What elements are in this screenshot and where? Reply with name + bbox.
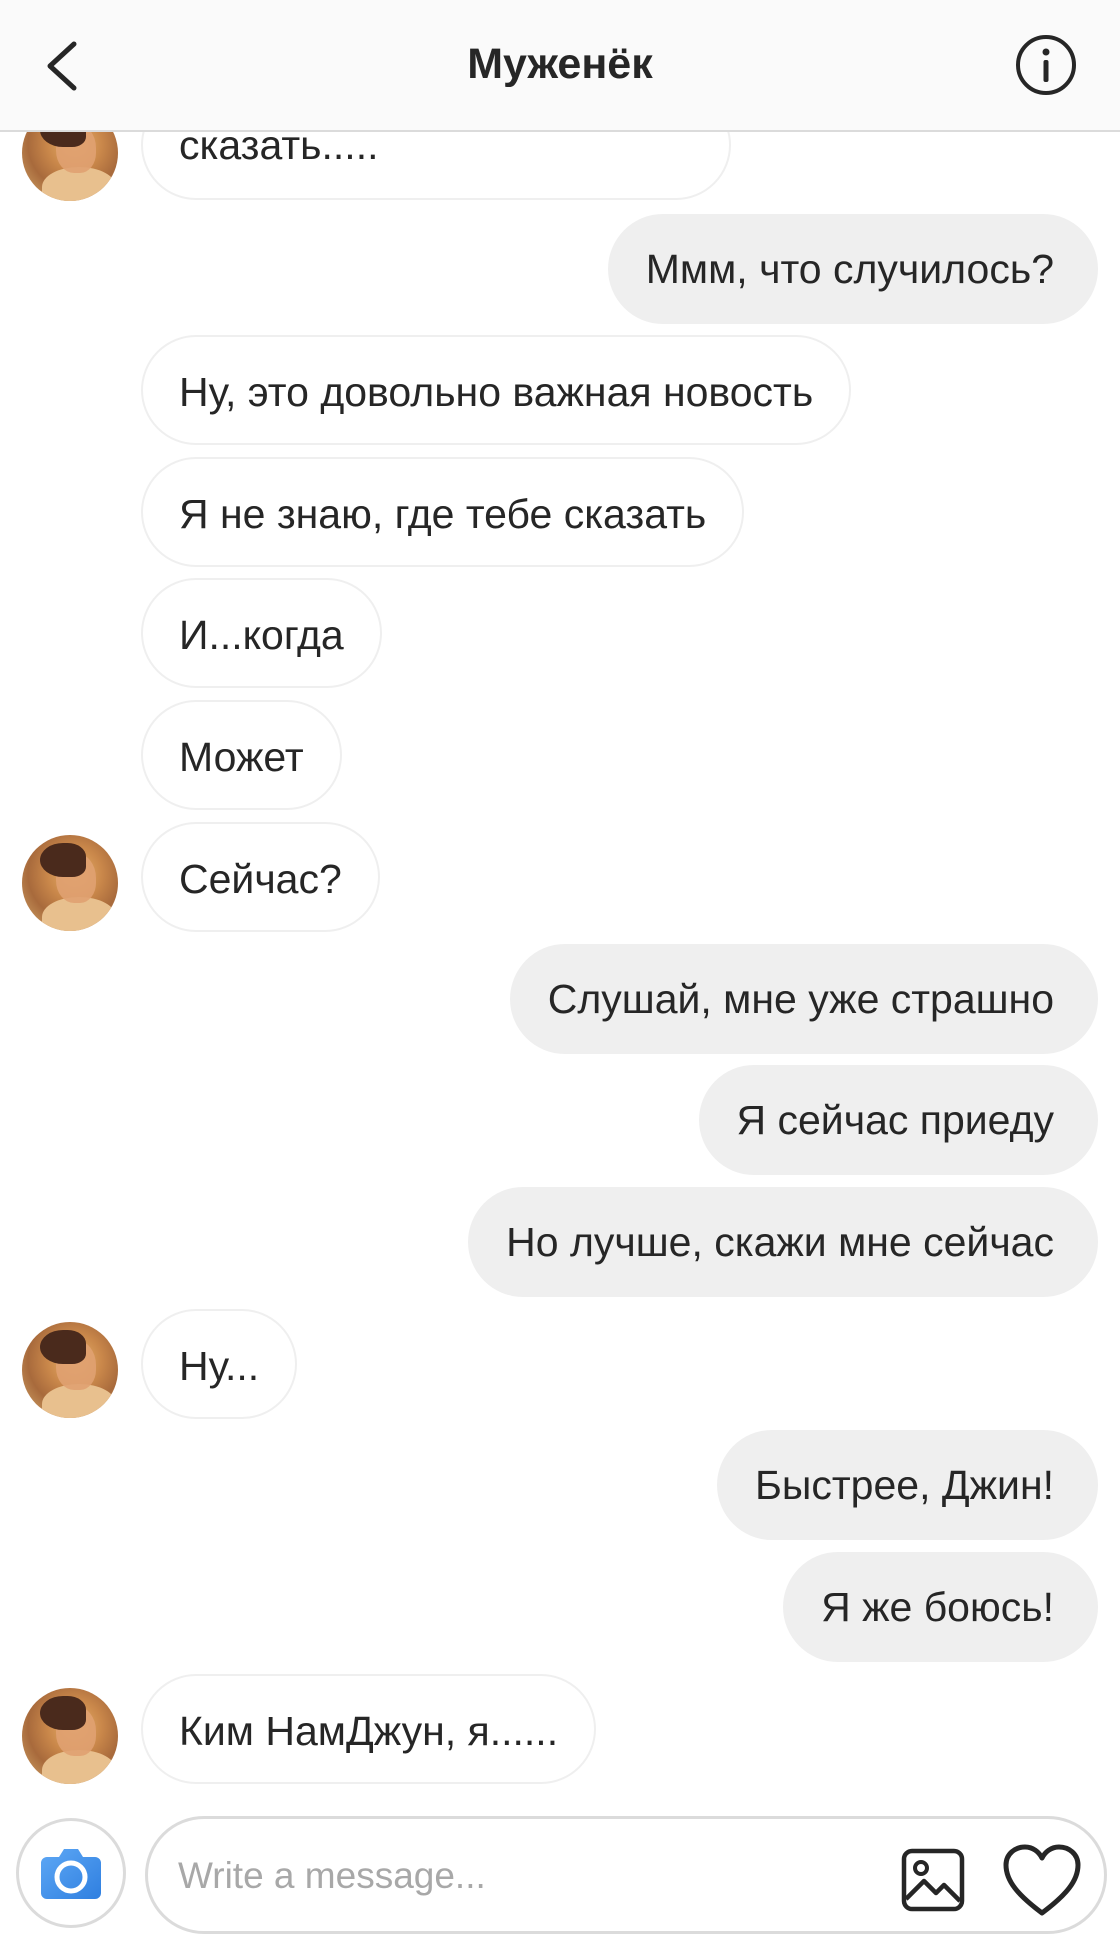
message-bubble-incoming[interactable]: Сейчас? — [141, 822, 380, 932]
message-bubble-outgoing[interactable]: Но лучше, скажи мне сейчас — [468, 1187, 1098, 1297]
like-button[interactable] — [1002, 1843, 1082, 1919]
message-bubble-incoming[interactable]: Я не знаю, где тебе сказать — [141, 457, 745, 567]
message-bubble-outgoing[interactable]: Я же боюсь! — [783, 1552, 1098, 1662]
message-bubble-outgoing[interactable]: Я сейчас приеду — [698, 1065, 1098, 1175]
avatar[interactable] — [22, 1688, 118, 1784]
message-bubble-outgoing[interactable]: Слушай, мне уже страшно — [509, 944, 1098, 1054]
message-bubble-incoming[interactable]: Ким НамДжун, я...... — [141, 1674, 597, 1784]
message-bubble-outgoing[interactable]: Быстрее, Джин! — [717, 1430, 1098, 1540]
message-bubble-incoming[interactable]: И...когда — [141, 578, 382, 688]
message-bubble-outgoing[interactable]: Ммм, что случилось? — [607, 214, 1098, 324]
message-bubble-incoming[interactable]: Ну, это довольно важная новость — [141, 335, 852, 445]
camera-icon — [41, 1849, 101, 1899]
message-input[interactable] — [176, 1839, 900, 1913]
gallery-button[interactable] — [900, 1847, 966, 1913]
info-circle-icon[interactable] — [1014, 33, 1078, 97]
message-bubble-incoming[interactable]: Ну... — [141, 1309, 298, 1419]
message-composer — [0, 1800, 1120, 1934]
page-title[interactable]: Муженёк — [0, 40, 1120, 89]
camera-button[interactable] — [16, 1818, 126, 1928]
info-button[interactable] — [1014, 33, 1078, 97]
message-thread[interactable]: сказать..... Ммм, что случилось? Ну, это… — [0, 0, 1120, 1800]
avatar[interactable] — [22, 835, 118, 931]
gallery-icon — [901, 1848, 965, 1912]
heart-icon — [1003, 1844, 1081, 1916]
avatar[interactable] — [22, 1322, 118, 1418]
message-bubble-incoming[interactable]: Может — [141, 700, 342, 810]
message-field[interactable] — [145, 1816, 1107, 1934]
chat-header: Муженёк — [0, 0, 1120, 132]
